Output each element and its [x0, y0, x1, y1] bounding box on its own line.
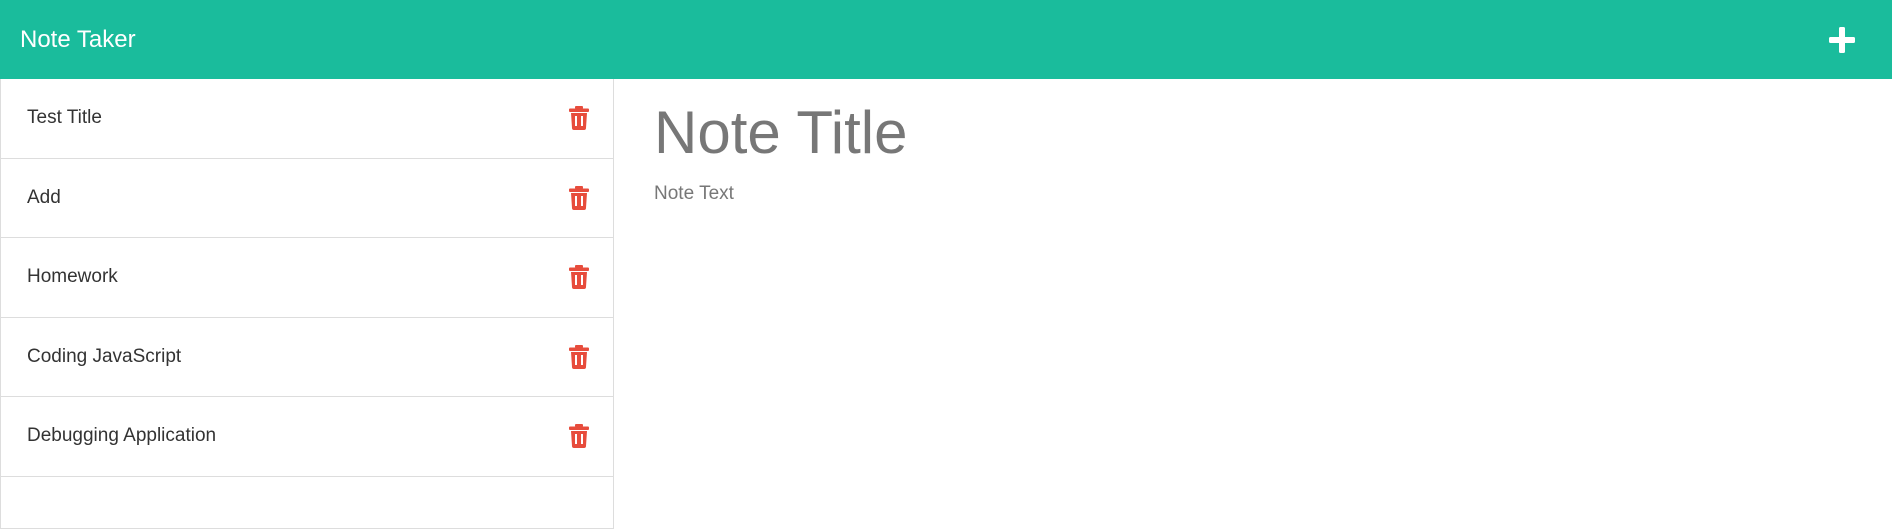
- list-item[interactable]: Coding JavaScript: [1, 318, 613, 397]
- note-item-title[interactable]: Debugging Application: [27, 425, 216, 447]
- trash-icon[interactable]: [569, 344, 589, 369]
- plus-icon: [1829, 26, 1855, 53]
- list-item[interactable]: Test Title: [1, 79, 613, 159]
- trash-icon[interactable]: [569, 424, 589, 449]
- note-item-title[interactable]: Coding JavaScript: [27, 346, 181, 368]
- trash-icon[interactable]: [569, 265, 589, 290]
- navbar: Note Taker: [0, 0, 1892, 79]
- note-list: Test Title Add Homework Coding JavaScrip…: [1, 79, 613, 477]
- list-item[interactable]: Add: [1, 159, 613, 238]
- list-item[interactable]: Debugging Application: [1, 397, 613, 477]
- note-item-title[interactable]: Add: [27, 187, 61, 209]
- note-text-input[interactable]: [654, 183, 1852, 483]
- app-title[interactable]: Note Taker: [20, 26, 136, 54]
- note-title-input[interactable]: [654, 93, 1852, 171]
- note-editor: [614, 79, 1892, 529]
- notes-sidebar: Test Title Add Homework Coding JavaScrip…: [0, 79, 614, 529]
- trash-icon[interactable]: [569, 185, 589, 210]
- list-item[interactable]: Homework: [1, 238, 613, 318]
- note-item-title[interactable]: Test Title: [27, 107, 102, 129]
- trash-icon[interactable]: [569, 106, 589, 131]
- note-item-title[interactable]: Homework: [27, 266, 118, 288]
- new-note-button[interactable]: [1822, 20, 1862, 60]
